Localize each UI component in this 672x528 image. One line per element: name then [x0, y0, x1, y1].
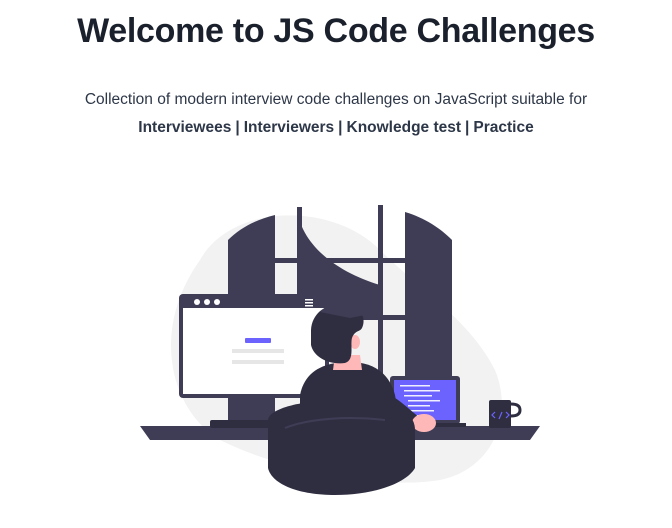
screen-text-line — [232, 349, 284, 353]
menu-icon — [305, 302, 313, 304]
chair-back — [268, 399, 415, 495]
screen-text-line — [232, 360, 284, 364]
mug-handle — [510, 402, 522, 418]
window-dot-icon — [194, 299, 200, 305]
screen-button — [245, 338, 271, 343]
menu-icon — [305, 305, 313, 307]
window-dot-icon — [204, 299, 210, 305]
menu-icon — [305, 299, 313, 301]
person-hand — [412, 414, 436, 432]
programmer-illustration — [140, 205, 540, 495]
window-dot-icon — [214, 299, 220, 305]
window-bar-horizontal — [275, 258, 405, 263]
